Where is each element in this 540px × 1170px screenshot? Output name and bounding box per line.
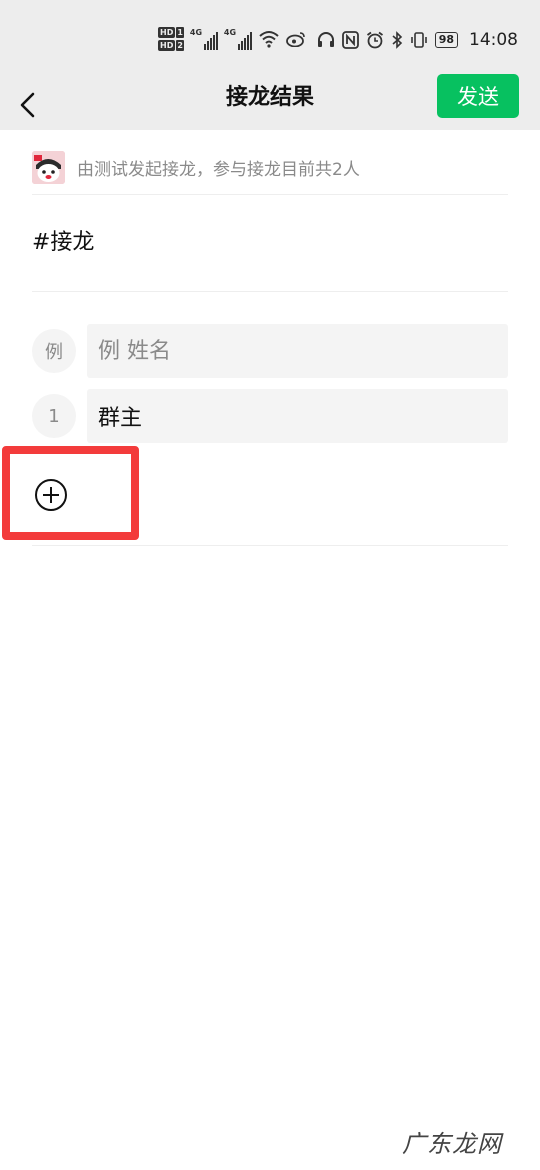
hd1: HD 1 [158, 27, 184, 38]
divider [32, 194, 508, 195]
weibo-icon [286, 32, 305, 47]
hd2: HD 2 [158, 40, 184, 51]
status-bar: HD 1 HD 2 4G 4G 98 14:08 [0, 0, 540, 80]
hd-indicators: HD 1 HD 2 [158, 27, 184, 51]
plus-circle-icon[interactable] [34, 478, 68, 512]
vibrate-icon [410, 32, 427, 48]
net1-label: 4G [189, 28, 203, 37]
avatar [32, 150, 65, 184]
list-item: 1 [32, 389, 508, 443]
nfc-icon [341, 31, 359, 49]
initiator-text: 由测试发起接龙，参与接龙目前共2人 [77, 159, 360, 180]
headphones-icon [317, 32, 334, 47]
entry-index: 1 [32, 394, 76, 438]
divider [32, 291, 508, 292]
avatar-image [32, 150, 65, 184]
hd1-label: HD [158, 27, 176, 38]
topic-title[interactable]: #接龙 [32, 224, 94, 256]
list-item: 例 [32, 324, 508, 378]
example-name-input[interactable] [87, 324, 508, 378]
status-right: 98 14:08 [317, 26, 518, 54]
entry-index: 例 [32, 329, 76, 373]
wifi-icon [259, 31, 279, 48]
hd2-label: HD [158, 40, 176, 51]
signal-icon: 4G [224, 28, 252, 50]
nav-bar: 接龙结果 发送 [0, 74, 540, 130]
highlight-box [2, 446, 139, 540]
net2-label: 4G [223, 28, 237, 37]
watermark: 广东龙网 [402, 1130, 502, 1158]
entry-name-input[interactable] [87, 389, 508, 443]
signal-icon: 4G [190, 28, 218, 50]
hd2-num: 2 [176, 40, 184, 51]
send-button[interactable]: 发送 [437, 74, 519, 118]
divider [32, 545, 508, 546]
hd1-num: 1 [176, 27, 184, 38]
status-time: 14:08 [469, 30, 518, 50]
alarm-icon [366, 31, 383, 49]
initiator-info: 由测试发起接龙，参与接龙目前共2人 [32, 150, 360, 184]
battery-icon: 98 [434, 32, 458, 48]
status-left: HD 1 HD 2 4G 4G [158, 24, 306, 54]
bluetooth-icon [392, 31, 402, 49]
